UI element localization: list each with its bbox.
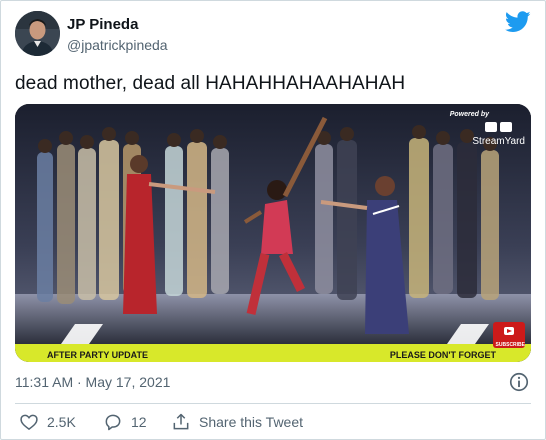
reply-button[interactable]: 12 [103, 411, 147, 433]
tweet-timestamp[interactable]: 11:31 AM · May 17, 2021 [15, 374, 170, 390]
author-display-name[interactable]: JP Pineda [67, 16, 138, 33]
banner-right-text: PLEASE DON'T FORGET [389, 350, 496, 360]
share-label: Share this Tweet [199, 414, 304, 430]
like-count: 2.5K [47, 414, 76, 430]
streamyard-logo-text: StreamYard [472, 136, 525, 147]
twitter-bird-icon[interactable] [505, 11, 531, 33]
media-scene [15, 104, 531, 362]
share-icon [173, 413, 189, 430]
banner-left-text: AFTER PARTY UPDATE [47, 350, 149, 360]
like-button[interactable]: 2.5K [19, 411, 76, 433]
info-icon[interactable] [508, 371, 530, 393]
author-handle[interactable]: @jpatrickpineda [67, 37, 168, 53]
divider [15, 403, 531, 404]
subscribe-badge-label: SUBSCRIBE [495, 342, 525, 348]
avatar[interactable] [15, 11, 60, 56]
tweet-card: JP Pineda @jpatrickpineda dead mother, d… [0, 0, 546, 440]
tweet-media[interactable]: Powered by StreamYard AFTER PARTY UPDATE… [15, 104, 531, 362]
powered-by-label: Powered by [449, 111, 489, 118]
share-button[interactable]: Share this Tweet [171, 411, 303, 433]
tweet-text: dead mother, dead all HAHAHHAHAAHAHAH [15, 73, 406, 94]
reply-count: 12 [131, 414, 147, 430]
reply-bubble-icon [105, 414, 121, 431]
heart-icon [20, 414, 38, 431]
